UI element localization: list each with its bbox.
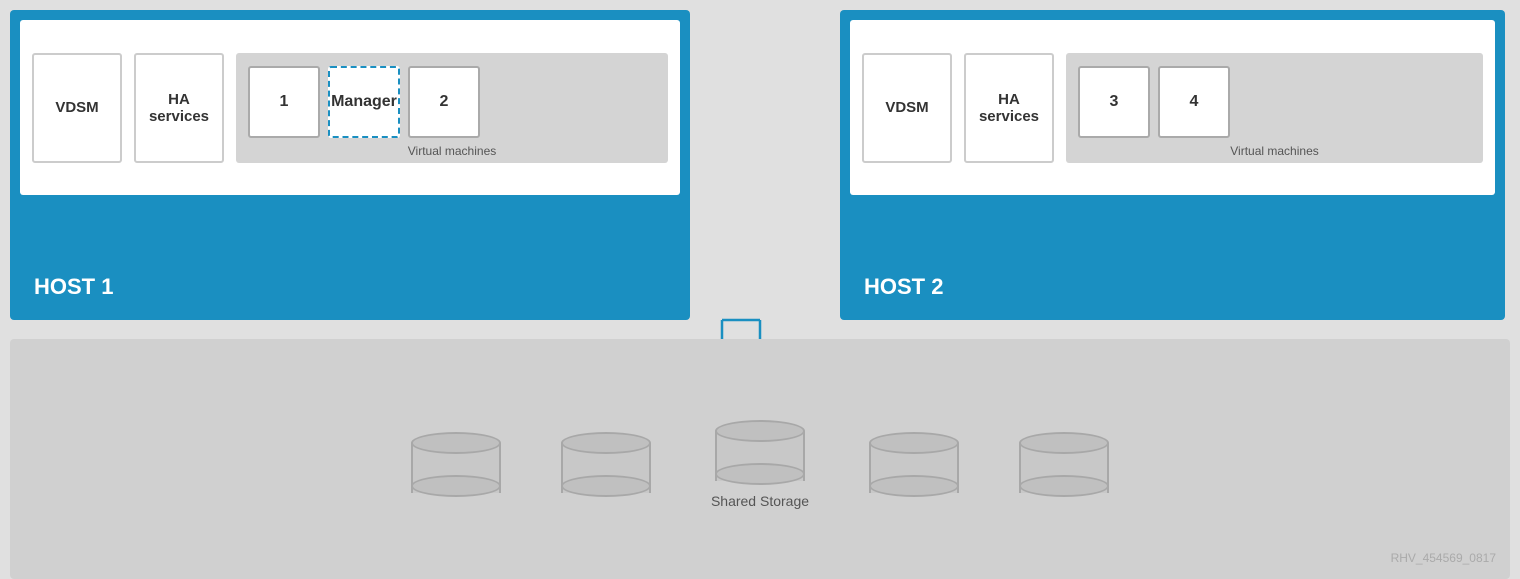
host1-vm-label: Virtual machines — [408, 144, 497, 158]
host2-vm-container: 3 4 Virtual machines — [1066, 53, 1483, 163]
disk-2 — [561, 432, 651, 497]
storage-area: Shared Storage — [10, 339, 1510, 579]
host2-vm4: 4 — [1158, 66, 1230, 138]
host1-vm2: 2 — [408, 66, 480, 138]
host1-content: VDSM HA services 1 Manager 2 Virtual mac… — [20, 20, 680, 195]
host2-vm-label: Virtual machines — [1230, 144, 1319, 158]
host2-label: HOST 2 — [864, 274, 943, 300]
host1-vm-container: 1 Manager 2 Virtual machines — [236, 53, 668, 163]
diagram-container: VDSM HA services 1 Manager 2 Virtual mac… — [0, 0, 1520, 579]
watermark: RHV_454569_0817 — [1391, 551, 1496, 565]
storage-disks: Shared Storage — [411, 420, 1109, 509]
host2-vm3: 3 — [1078, 66, 1150, 138]
host2-ha-services: HA services — [964, 53, 1054, 163]
host1-vdsm: VDSM — [32, 53, 122, 163]
host1-vm-manager: Manager — [328, 66, 400, 138]
host2-block: VDSM HA services 3 4 Virtual machines HO… — [840, 10, 1505, 320]
disk-4 — [869, 432, 959, 497]
host2-content: VDSM HA services 3 4 Virtual machines — [850, 20, 1495, 195]
host1-ha-services: HA services — [134, 53, 224, 163]
host2-vdsm: VDSM — [862, 53, 952, 163]
host1-label: HOST 1 — [34, 274, 113, 300]
disk-5 — [1019, 432, 1109, 497]
disk-3-shared: Shared Storage — [711, 420, 809, 509]
shared-storage-label: Shared Storage — [711, 493, 809, 509]
host1-block: VDSM HA services 1 Manager 2 Virtual mac… — [10, 10, 690, 320]
host1-vm1: 1 — [248, 66, 320, 138]
disk-1 — [411, 432, 501, 497]
